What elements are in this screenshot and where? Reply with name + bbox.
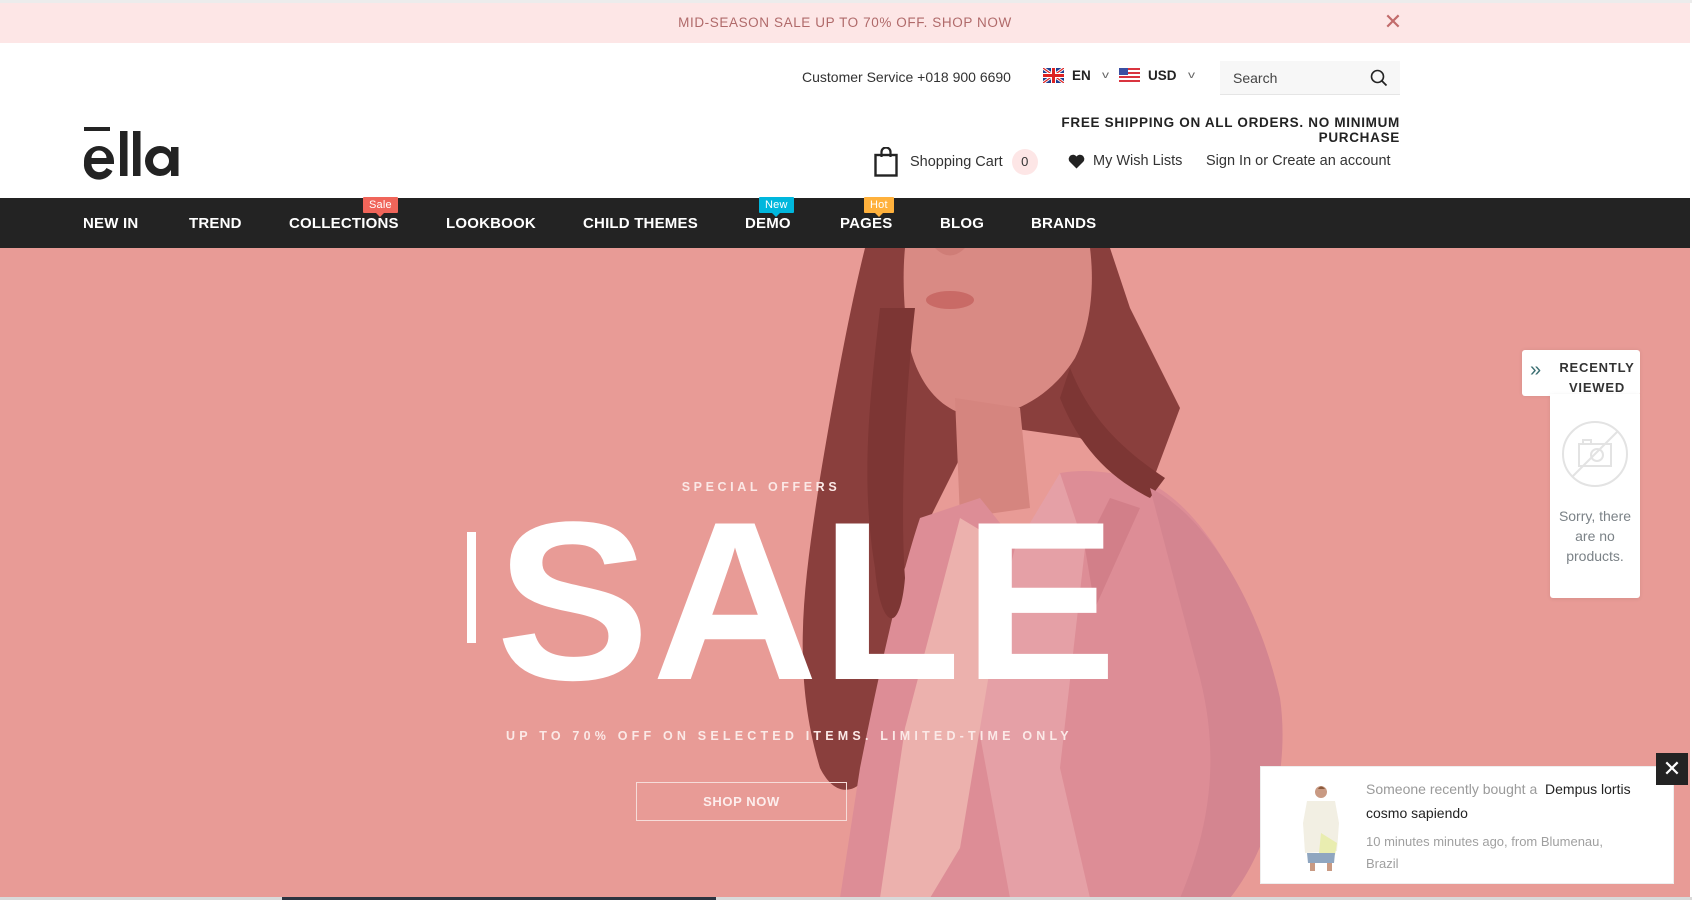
close-icon[interactable]: ✕: [1656, 753, 1688, 785]
language-selector[interactable]: EN v: [1043, 68, 1109, 83]
nav-label: BRANDS: [1031, 215, 1097, 232]
customer-service: Customer Service +018 900 6690: [802, 69, 1011, 85]
sign-in-link[interactable]: Sign In or Create an account: [1206, 153, 1391, 169]
nav-item-lookbook[interactable]: LOOKBOOK: [446, 215, 536, 232]
shop-now-button[interactable]: SHOP NOW: [636, 782, 847, 821]
cart-count-badge: 0: [1011, 149, 1038, 175]
wishlist-link[interactable]: My Wish Lists: [1068, 153, 1182, 169]
main-nav: NEW IN TREND Sale COLLECTIONS LOOKBOOK C…: [0, 197, 1690, 248]
page: MID-SEASON SALE UP TO 70% OFF. SHOP NOW …: [0, 0, 1692, 900]
nav-item-child-themes[interactable]: CHILD THEMES: [583, 215, 698, 232]
badge-label: Sale: [369, 199, 392, 211]
chevron-down-icon: v: [1187, 70, 1195, 81]
close-icon[interactable]: ✕: [1382, 11, 1404, 33]
chevron-down-icon: v: [1101, 70, 1109, 81]
nav-label: NEW IN: [83, 215, 139, 232]
us-flag-icon: [1119, 68, 1140, 83]
headline-accent-bar: [467, 532, 476, 643]
heart-icon: [1068, 154, 1085, 168]
language-value: EN: [1072, 68, 1091, 83]
hero-headline: SALE: [496, 474, 1119, 727]
nav-item-collections[interactable]: Sale COLLECTIONS: [289, 197, 399, 232]
nav-item-new-in[interactable]: NEW IN: [83, 215, 138, 232]
cart-label: Shopping Cart: [910, 154, 1003, 170]
nav-label: COLLECTIONS: [289, 215, 399, 232]
nav-label: CHILD THEMES: [583, 215, 698, 232]
announcement-bar: MID-SEASON SALE UP TO 70% OFF. SHOP NOW …: [0, 3, 1690, 43]
new-badge: New: [759, 197, 794, 217]
logo[interactable]: [82, 127, 194, 183]
uk-flag-icon: [1043, 68, 1064, 83]
announcement-text[interactable]: MID-SEASON SALE UP TO 70% OFF. SHOP NOW: [0, 15, 1690, 30]
nav-label: BLOG: [940, 215, 985, 232]
ella-logo-icon: [83, 127, 179, 180]
no-image-icon: [1562, 421, 1628, 487]
currency-selector[interactable]: USD v: [1119, 68, 1195, 83]
wishlist-label: My Wish Lists: [1093, 153, 1183, 169]
nav-label: LOOKBOOK: [446, 215, 536, 232]
shipping-note: FREE SHIPPING ON ALL ORDERS. NO MINIMUM …: [1061, 115, 1400, 145]
product-thumbnail: [1291, 783, 1351, 871]
recently-viewed-title: RECENTLY VIEWED: [1559, 360, 1635, 395]
recently-viewed-empty: Sorry, there are no products.: [1558, 508, 1632, 564]
recently-viewed-toggle[interactable]: » RECENTLY VIEWED: [1522, 350, 1640, 396]
notification-message: Someone recently bought a Dempus lortis …: [1366, 777, 1631, 825]
nav-item-trend[interactable]: TREND: [189, 215, 242, 232]
nav-label: DEMO: [745, 215, 791, 232]
nav-label: PAGES: [840, 215, 893, 232]
header: Customer Service +018 900 6690 EN v USD …: [0, 43, 1690, 198]
shopping-cart-link[interactable]: Shopping Cart 0: [874, 147, 1038, 177]
notification-meta: 10 minutes minutes ago, from Blumenau, B…: [1366, 834, 1604, 871]
nav-item-demo[interactable]: New DEMO: [745, 197, 794, 232]
search-input[interactable]: [1233, 61, 1363, 95]
badge-label: New: [765, 199, 788, 211]
double-chevron-right-icon: »: [1530, 359, 1542, 381]
badge-label: Hot: [870, 199, 888, 211]
notification-prefix: Someone recently bought a: [1366, 781, 1538, 797]
currency-value: USD: [1148, 68, 1177, 83]
nav-item-pages[interactable]: Hot PAGES: [840, 197, 894, 232]
nav-label: TREND: [189, 215, 242, 232]
nav-item-brands[interactable]: BRANDS: [1031, 215, 1096, 232]
sale-badge: Sale: [363, 197, 398, 217]
hot-badge: Hot: [864, 197, 894, 217]
recently-viewed-panel: Sorry, there are no products.: [1550, 394, 1640, 598]
search-icon[interactable]: [1370, 69, 1388, 87]
search-box: [1220, 61, 1400, 95]
nav-item-blog[interactable]: BLOG: [940, 215, 984, 232]
purchase-notification[interactable]: Someone recently bought a Dempus lortis …: [1260, 766, 1674, 884]
hero-subheadline: UP TO 70% OFF ON SELECTED ITEMS. LIMITED…: [506, 729, 1073, 743]
shopping-bag-icon: [874, 147, 898, 177]
